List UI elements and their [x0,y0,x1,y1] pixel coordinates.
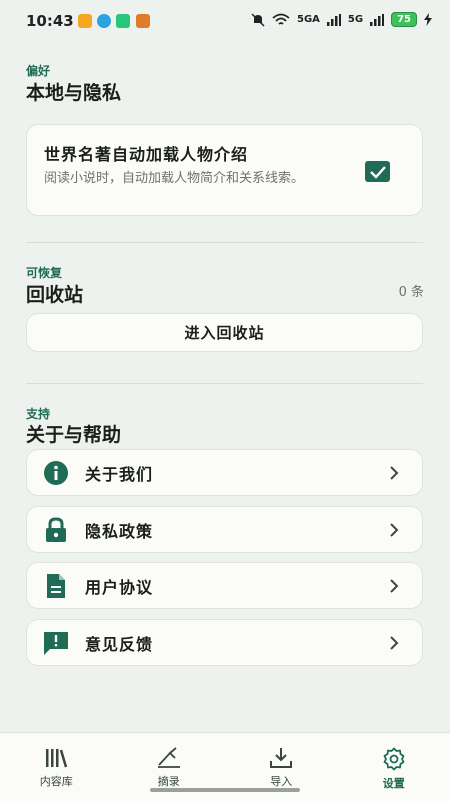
section-divider [26,242,423,243]
battery-indicator: 75 [391,12,417,27]
preferences-title: 本地与隐私 [26,78,121,105]
signal-5ga: 5GA [297,14,320,25]
chevron-right-icon [388,466,400,480]
feedback-icon [43,630,69,656]
support-title: 关于与帮助 [26,420,121,447]
preferences-kicker: 偏好 [26,62,50,79]
lock-icon [43,517,69,543]
nav-label-library: 内容库 [40,773,73,789]
nav-tab-library[interactable]: 内容库 [0,733,113,801]
signal-5g: 5G [348,14,363,25]
feedback-item[interactable]: 意见反馈 [26,619,423,666]
document-icon [43,573,69,599]
privacy-policy-item[interactable]: 隐私政策 [26,506,423,553]
mute-icon [251,13,265,27]
status-bar: 10:43 5GA 5G 75 [0,0,450,44]
status-icons: 5GA 5G 75 [251,12,432,27]
recycle-kicker: 可恢复 [26,264,62,281]
option-description: 阅读小说时，自动加载人物简介和关系线索。 [44,169,339,189]
library-icon [44,747,68,769]
recycle-count: 0 条 [399,281,424,300]
user-agreement-label: 用户协议 [85,574,388,598]
signal-bars-icon [327,14,341,26]
auto-load-checkbox[interactable] [365,161,390,182]
recycle-title: 回收站 [26,280,83,307]
download-icon [269,747,293,769]
nav-label-settings: 设置 [383,775,405,791]
feedback-label: 意见反馈 [85,631,388,655]
chevron-right-icon [388,579,400,593]
nav-label-import: 导入 [270,773,292,789]
settings-icon [382,747,406,771]
auto-load-characters-card[interactable]: 世界名著自动加载人物介绍 阅读小说时，自动加载人物简介和关系线索。 [26,124,423,216]
app-notification-icon [116,14,130,28]
app-notification-icon [78,14,92,28]
about-us-item[interactable]: 关于我们 [26,449,423,496]
nav-label-excerpts: 摘录 [158,773,180,789]
about-us-label: 关于我们 [85,461,388,485]
user-agreement-item[interactable]: 用户协议 [26,562,423,609]
app-notification-icon [136,14,150,28]
charging-icon [424,13,432,26]
chevron-right-icon [388,636,400,650]
signal-bars-icon [370,14,384,26]
wifi-icon [272,13,290,27]
privacy-policy-label: 隐私政策 [85,518,388,542]
nav-tab-settings[interactable]: 设置 [338,733,450,801]
home-indicator[interactable] [150,788,300,792]
option-title: 世界名著自动加载人物介绍 [44,141,248,165]
enter-recycle-bin-button[interactable]: 进入回收站 [26,313,423,352]
section-divider [26,383,423,384]
info-icon [43,460,69,486]
telegram-icon [97,14,111,28]
status-time: 10:43 [26,12,74,30]
highlight-icon [156,747,182,769]
chevron-right-icon [388,523,400,537]
check-icon [369,165,387,179]
enter-recycle-bin-label: 进入回收站 [184,322,264,343]
